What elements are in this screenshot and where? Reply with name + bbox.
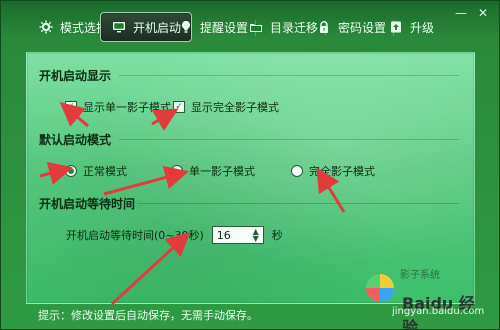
tab-mode-select[interactable]: 模式选择 [38, 14, 117, 40]
section-title-startup-display: 开机启动显示 [39, 69, 112, 83]
brand-logo-icon [366, 274, 394, 302]
tab-upgrade[interactable]: 升级 [388, 14, 434, 40]
stepper-down-icon[interactable]: ▼ [253, 235, 259, 243]
monitor-icon [111, 19, 127, 35]
wait-seconds-value[interactable]: 16 [217, 229, 231, 242]
watermark-site: jingyan.baidu.com [392, 306, 485, 317]
window-controls: — ✕ [454, 6, 490, 20]
bulb-icon [178, 19, 194, 35]
watermark-brand: 影子系统 [400, 270, 440, 281]
folder-icon [248, 19, 264, 35]
tab-label: 目录迁移 [270, 20, 319, 35]
tab-password[interactable]: 密码设置 [316, 14, 395, 40]
tab-label: 提醒设置 [200, 20, 249, 35]
wait-seconds-stepper[interactable]: 16 ▲ ▼ [211, 226, 264, 244]
section-title-default-mode: 默认启动模式 [39, 133, 112, 147]
tab-label: 开机启动 [133, 20, 182, 35]
radio-label: 完全影子模式 [309, 165, 375, 178]
radio-button[interactable] [291, 165, 303, 177]
checkbox-show-full-shadow[interactable]: ✓ 显示完全影子模式 [173, 99, 279, 115]
section-divider [119, 139, 459, 140]
radio-button[interactable] [65, 165, 77, 177]
section-divider [119, 75, 459, 76]
checkbox[interactable]: ✓ [65, 101, 77, 113]
tab-label: 密码设置 [338, 20, 387, 35]
radio-normal-mode[interactable]: 正常模式 [65, 163, 127, 179]
radio-single-shadow-mode[interactable]: 单一影子模式 [171, 163, 255, 179]
close-button[interactable]: ✕ [476, 6, 490, 20]
upgrade-icon [388, 19, 404, 35]
radio-label: 正常模式 [83, 165, 127, 178]
wait-seconds-unit: 秒 [271, 229, 283, 242]
gear-icon [38, 19, 54, 35]
window: 模式选择 开机启动 提醒设置 目录迁移 密码设置 升级 — ✕ 开机启动显示 ✓… [0, 0, 500, 330]
radio-full-shadow-mode[interactable]: 完全影子模式 [291, 163, 375, 179]
section-divider [137, 203, 459, 204]
lock-icon [316, 19, 332, 35]
tab-label: 升级 [410, 20, 435, 35]
checkbox[interactable]: ✓ [173, 101, 185, 113]
section-title-startup-wait: 开机启动等待时间 [39, 197, 136, 211]
startup-wait-label: 开机启动等待时间(0~30秒) [66, 229, 204, 242]
status-tip: 提示：修改设置后自动保存，无需手动保存。 [38, 309, 258, 322]
checkbox-show-single-shadow[interactable]: ✓ 显示单一影子模式 [65, 99, 171, 115]
tab-directory-migration[interactable]: 目录迁移 [248, 14, 327, 40]
radio-label: 单一影子模式 [189, 165, 255, 178]
radio-button[interactable] [171, 165, 183, 177]
minimize-button[interactable]: — [454, 6, 468, 20]
stepper-arrows[interactable]: ▲ ▼ [253, 228, 259, 243]
baidu-watermark: 影子系统 Baidu 经验 jingyan.baidu.com [362, 260, 485, 330]
startup-wait-row: 开机启动等待时间(0~30秒) 16 ▲ ▼ 秒 [66, 226, 283, 244]
tab-reminder[interactable]: 提醒设置 [178, 14, 257, 40]
checkbox-label: 显示完全影子模式 [191, 101, 279, 114]
checkbox-label: 显示单一影子模式 [83, 101, 171, 114]
tab-bar: 模式选择 开机启动 提醒设置 目录迁移 密码设置 升级 — ✕ [0, 0, 500, 52]
